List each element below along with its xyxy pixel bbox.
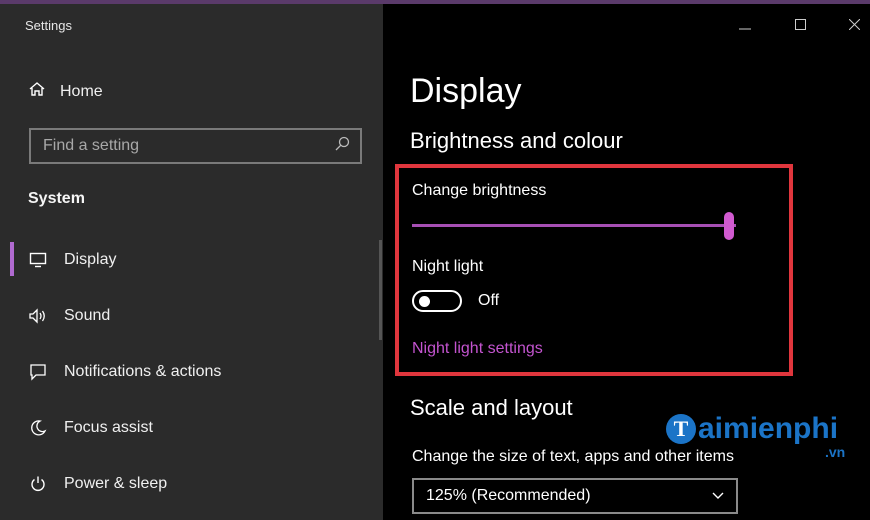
brightness-label: Change brightness bbox=[412, 182, 547, 199]
power-icon bbox=[28, 474, 48, 494]
home-icon bbox=[28, 80, 46, 103]
watermark-letter: T bbox=[666, 414, 696, 444]
chevron-down-icon bbox=[712, 487, 724, 505]
title-bar-accent bbox=[0, 0, 870, 4]
brightness-slider[interactable] bbox=[412, 224, 736, 227]
nav-list: Display Sound Notifications & actions Fo… bbox=[0, 232, 383, 512]
moon-icon bbox=[28, 418, 48, 438]
search-box[interactable] bbox=[29, 128, 362, 164]
night-light-settings-link[interactable]: Night light settings bbox=[412, 340, 543, 358]
home-link[interactable]: Home bbox=[28, 80, 103, 103]
sidebar-item-power-sleep[interactable]: Power & sleep bbox=[0, 456, 383, 512]
search-icon[interactable] bbox=[334, 136, 350, 157]
page-title: Display bbox=[410, 72, 522, 110]
sidebar-item-label: Display bbox=[64, 251, 117, 268]
app-title: Settings bbox=[25, 18, 72, 33]
sidebar-item-sound[interactable]: Sound bbox=[0, 288, 383, 344]
close-icon bbox=[848, 17, 860, 34]
night-light-toggle[interactable] bbox=[412, 290, 462, 312]
home-label: Home bbox=[60, 82, 103, 100]
sidebar-item-label: Notifications & actions bbox=[64, 363, 222, 380]
sidebar-item-label: Power & sleep bbox=[64, 475, 168, 492]
toggle-knob bbox=[419, 296, 430, 307]
brightness-heading: Brightness and colour bbox=[410, 128, 623, 153]
text-size-label: Change the size of text, apps and other … bbox=[412, 448, 734, 465]
scale-heading: Scale and layout bbox=[410, 395, 573, 420]
section-title: System bbox=[28, 190, 85, 207]
sidebar-item-notifications[interactable]: Notifications & actions bbox=[0, 344, 383, 400]
night-light-label: Night light bbox=[412, 258, 484, 275]
text-size-dropdown[interactable]: 125% (Recommended) bbox=[412, 478, 738, 514]
sidebar-item-focus-assist[interactable]: Focus assist bbox=[0, 400, 383, 456]
sidebar-item-label: Sound bbox=[64, 307, 111, 324]
sidebar-scrollbar[interactable] bbox=[379, 240, 382, 340]
maximize-button[interactable] bbox=[787, 12, 813, 38]
watermark-logo: T aimienphi .vn bbox=[666, 412, 845, 460]
sidebar-item-display[interactable]: Display bbox=[0, 232, 383, 288]
speaker-icon bbox=[28, 306, 48, 326]
minimize-icon bbox=[739, 17, 751, 34]
sidebar: Settings Home System Display Sound bbox=[0, 0, 383, 520]
monitor-icon bbox=[28, 250, 48, 270]
watermark-suffix: .vn bbox=[825, 444, 846, 460]
minimize-button[interactable] bbox=[732, 12, 758, 38]
search-input[interactable] bbox=[43, 137, 334, 155]
dropdown-value: 125% (Recommended) bbox=[426, 487, 591, 504]
sidebar-item-label: Focus assist bbox=[64, 419, 153, 436]
night-light-state: Off bbox=[478, 292, 500, 309]
notification-icon bbox=[28, 362, 48, 382]
brightness-slider-thumb[interactable] bbox=[724, 212, 734, 240]
watermark-brand: aimienphi bbox=[698, 412, 839, 445]
close-button[interactable] bbox=[841, 12, 867, 38]
maximize-icon bbox=[794, 17, 806, 34]
